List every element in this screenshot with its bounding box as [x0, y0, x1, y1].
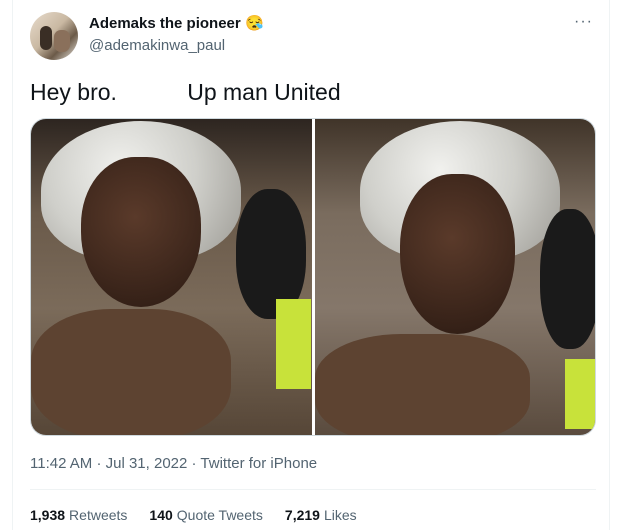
- tweet-date[interactable]: Jul 31, 2022: [106, 455, 188, 472]
- divider: [30, 489, 596, 490]
- tweet-time[interactable]: 11:42 AM: [30, 455, 92, 472]
- avatar[interactable]: [30, 12, 78, 60]
- avatar-figure: [40, 26, 52, 50]
- face-shape: [81, 157, 201, 307]
- likes-count: 7,219: [284, 507, 320, 523]
- sleepy-face-emoji-icon: 😪: [245, 14, 265, 32]
- tweet-timestamp: 11:42 AM · Jul 31, 2022 · Twitter for iP…: [30, 455, 317, 472]
- media-photo-1[interactable]: [31, 119, 312, 435]
- rider-shape: [539, 209, 595, 349]
- separator-dot: ·: [96, 455, 102, 472]
- tweet-card: Ademaks the pioneer 😪 @ademakinwa_paul ·…: [12, 0, 610, 530]
- media-grid[interactable]: [30, 118, 596, 436]
- vest-shape: [276, 299, 311, 389]
- face-shape: [399, 174, 515, 334]
- avatar-figure: [54, 30, 70, 52]
- author-name-row: Ademaks the pioneer 😪: [89, 14, 264, 32]
- engagement-stats: 1,938 Retweets 140 Quote Tweets 7,219 Likes: [30, 507, 357, 523]
- quote-tweets-label: Quote Tweets: [176, 507, 263, 523]
- tweet-text: Hey bro. Up man United: [30, 79, 341, 105]
- vest-shape: [564, 359, 595, 429]
- user-handle[interactable]: @ademakinwa_paul: [89, 37, 225, 54]
- likes-label: Likes: [323, 507, 357, 523]
- retweets-label: Retweets: [69, 507, 128, 523]
- arm-shape: [31, 309, 231, 435]
- more-options-icon[interactable]: ···: [574, 14, 593, 30]
- display-name[interactable]: Ademaks the pioneer: [89, 15, 241, 32]
- arm-shape: [314, 334, 530, 435]
- retweets-stat[interactable]: 1,938 Retweets: [30, 507, 127, 523]
- tweet-source[interactable]: Twitter for iPhone: [200, 455, 317, 472]
- likes-stat[interactable]: 7,219 Likes: [285, 507, 357, 523]
- retweets-count: 1,938: [30, 507, 66, 523]
- quote-tweets-stat[interactable]: 140 Quote Tweets: [149, 507, 263, 523]
- quote-tweets-count: 140: [149, 507, 173, 523]
- media-photo-2[interactable]: [314, 119, 595, 435]
- separator-dot: ·: [191, 455, 197, 472]
